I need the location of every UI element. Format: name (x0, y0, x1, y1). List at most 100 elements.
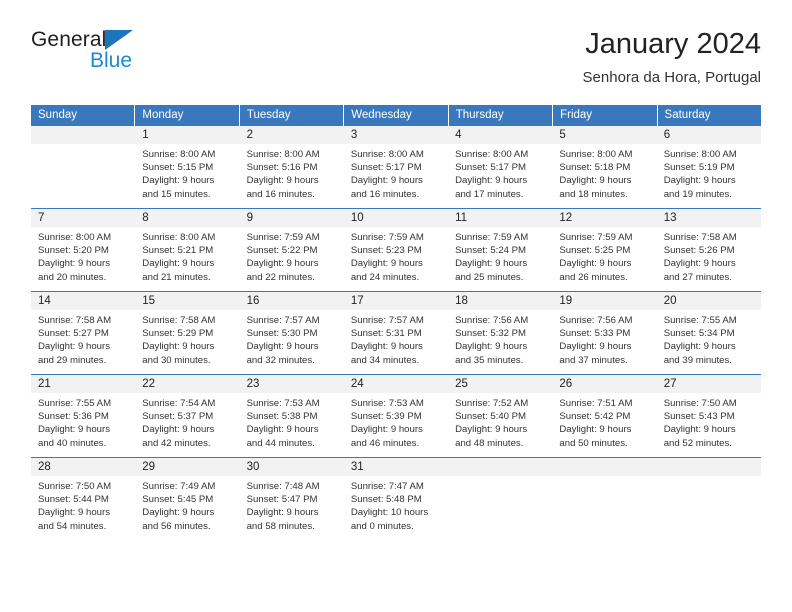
day-number-14[interactable]: 14 (31, 292, 135, 310)
day-cell-6[interactable]: Sunrise: 8:00 AM Sunset: 5:19 PM Daylight:… (657, 144, 761, 208)
day-cell-8[interactable]: Sunrise: 8:00 AM Sunset: 5:21 PM Daylight:… (135, 227, 239, 291)
day-cell-9[interactable]: Sunrise: 7:59 AM Sunset: 5:22 PM Daylight:… (240, 227, 344, 291)
weekday-header-thursday: Thursday (448, 105, 554, 126)
sunrise-text: Sunrise: 7:49 AM (142, 481, 216, 492)
daylight-text: and 58 minutes. (246, 520, 315, 532)
day-number-16[interactable]: 16 (240, 292, 344, 310)
day-cell-3[interactable]: Sunrise: 8:00 AM Sunset: 5:17 PM Daylight:… (344, 144, 448, 208)
day-number-7[interactable]: 7 (31, 209, 135, 227)
day-cell-24[interactable]: Sunrise: 7:53 AM Sunset: 5:39 PM Daylight:… (344, 393, 448, 457)
day-cell-12[interactable]: Sunrise: 7:59 AM Sunset: 5:25 PM Daylight:… (552, 227, 656, 291)
day-cell-5[interactable]: Sunrise: 8:00 AM Sunset: 5:18 PM Daylight:… (552, 144, 656, 208)
day-number-5[interactable]: 5 (552, 126, 656, 144)
day-number-23[interactable]: 23 (240, 375, 344, 393)
day-number-30[interactable]: 30 (240, 458, 344, 476)
daylight-text: and 19 minutes. (663, 188, 732, 200)
day-cell-25[interactable]: Sunrise: 7:52 AM Sunset: 5:40 PM Daylight:… (448, 393, 552, 457)
day-cell-29[interactable]: Sunrise: 7:49 AM Sunset: 5:45 PM Daylight:… (135, 476, 239, 540)
day-cell-2[interactable]: Sunrise: 8:00 AM Sunset: 5:16 PM Daylight:… (240, 144, 344, 208)
day-number-2[interactable]: 2 (240, 126, 344, 144)
day-number-19[interactable]: 19 (552, 292, 656, 310)
day-detail-row: Sunrise: 8:00 AM Sunset: 5:20 PM Daylight:… (31, 227, 761, 291)
sunrise-text: Sunrise: 8:00 AM (38, 232, 112, 243)
day-number-empty (31, 126, 135, 144)
day-number-17[interactable]: 17 (344, 292, 448, 310)
day-cell-20[interactable]: Sunrise: 7:55 AM Sunset: 5:34 PM Daylight:… (657, 310, 761, 374)
day-cell-28[interactable]: Sunrise: 7:50 AM Sunset: 5:44 PM Daylight:… (31, 476, 135, 540)
day-number-26[interactable]: 26 (552, 375, 656, 393)
day-cell-10[interactable]: Sunrise: 7:59 AM Sunset: 5:23 PM Daylight:… (344, 227, 448, 291)
day-cell-18[interactable]: Sunrise: 7:56 AM Sunset: 5:32 PM Daylight:… (448, 310, 552, 374)
daylight-text: Daylight: 9 hours (455, 341, 528, 353)
day-cell-15[interactable]: Sunrise: 7:58 AM Sunset: 5:29 PM Daylight:… (135, 310, 239, 374)
day-number-15[interactable]: 15 (135, 292, 239, 310)
day-cell-7[interactable]: Sunrise: 8:00 AM Sunset: 5:20 PM Daylight:… (31, 227, 135, 291)
day-number-9[interactable]: 9 (240, 209, 344, 227)
sunrise-text: Sunrise: 7:53 AM (246, 398, 320, 409)
daylight-text: Daylight: 9 hours (455, 424, 528, 436)
day-number-row: 14 15 16 17 18 19 20 (31, 292, 761, 310)
page-title: January 2024 (585, 28, 761, 60)
page-header: General Blue January 2024 Senhora da Hor… (31, 28, 761, 96)
sunrise-text: Sunrise: 7:58 AM (38, 315, 112, 326)
day-cell-23[interactable]: Sunrise: 7:53 AM Sunset: 5:38 PM Daylight:… (240, 393, 344, 457)
day-number-6[interactable]: 6 (657, 126, 761, 144)
sunset-text: Sunset: 5:26 PM (663, 245, 735, 257)
daylight-text: Daylight: 9 hours (455, 175, 528, 187)
day-cell-16[interactable]: Sunrise: 7:57 AM Sunset: 5:30 PM Daylight:… (240, 310, 344, 374)
day-number-18[interactable]: 18 (448, 292, 552, 310)
day-number-28[interactable]: 28 (31, 458, 135, 476)
day-cell-31[interactable]: Sunrise: 7:47 AM Sunset: 5:48 PM Daylight:… (344, 476, 448, 540)
sunrise-text: Sunrise: 8:00 AM (142, 232, 216, 243)
day-cell-17[interactable]: Sunrise: 7:57 AM Sunset: 5:31 PM Daylight:… (344, 310, 448, 374)
day-number-25[interactable]: 25 (448, 375, 552, 393)
day-number-29[interactable]: 29 (135, 458, 239, 476)
daylight-text: Daylight: 9 hours (38, 507, 110, 519)
day-number-1[interactable]: 1 (135, 126, 239, 144)
day-number-empty (657, 458, 761, 476)
day-cell-30[interactable]: Sunrise: 7:48 AM Sunset: 5:47 PM Daylight:… (240, 476, 344, 540)
day-cell-14[interactable]: Sunrise: 7:58 AM Sunset: 5:27 PM Daylight:… (31, 310, 135, 374)
day-number-10[interactable]: 10 (344, 209, 448, 227)
calendar-week-row: 14 15 16 17 18 19 20 Sunrise: 7:58 AM Sunset: 5:… (31, 291, 761, 374)
daylight-text: and 16 minutes. (246, 188, 315, 200)
sunset-text: Sunset: 5:43 PM (663, 411, 735, 423)
generalblue-logo[interactable]: General Blue (31, 28, 231, 88)
day-cell-27[interactable]: Sunrise: 7:50 AM Sunset: 5:43 PM Daylight:… (657, 393, 761, 457)
daylight-text: Daylight: 9 hours (246, 507, 319, 519)
day-number-13[interactable]: 13 (657, 209, 761, 227)
sunset-text: Sunset: 5:17 PM (350, 162, 422, 174)
daylight-text: Daylight: 9 hours (246, 175, 319, 187)
day-number-4[interactable]: 4 (448, 126, 552, 144)
daylight-text: and 24 minutes. (350, 271, 420, 283)
day-cell-4[interactable]: Sunrise: 8:00 AM Sunset: 5:17 PM Daylight:… (448, 144, 552, 208)
day-number-22[interactable]: 22 (135, 375, 239, 393)
day-number-20[interactable]: 20 (657, 292, 761, 310)
day-cell-22[interactable]: Sunrise: 7:54 AM Sunset: 5:37 PM Daylight:… (135, 393, 239, 457)
daylight-text: Daylight: 9 hours (350, 341, 423, 353)
day-number-27[interactable]: 27 (657, 375, 761, 393)
sunrise-text: Sunrise: 7:59 AM (246, 232, 320, 243)
day-cell-1[interactable]: Sunrise: 8:00 AM Sunset: 5:15 PM Daylight:… (135, 144, 239, 208)
day-number-11[interactable]: 11 (448, 209, 552, 227)
daylight-text: and 15 minutes. (142, 188, 211, 200)
day-cell-13[interactable]: Sunrise: 7:58 AM Sunset: 5:26 PM Daylight:… (657, 227, 761, 291)
day-number-8[interactable]: 8 (135, 209, 239, 227)
daylight-text: Daylight: 9 hours (142, 341, 215, 353)
sunset-text: Sunset: 5:15 PM (142, 162, 214, 174)
sunset-text: Sunset: 5:23 PM (350, 245, 422, 257)
day-number-3[interactable]: 3 (344, 126, 448, 144)
sunset-text: Sunset: 5:17 PM (455, 162, 527, 174)
day-number-21[interactable]: 21 (31, 375, 135, 393)
day-number-12[interactable]: 12 (552, 209, 656, 227)
day-cell-21[interactable]: Sunrise: 7:55 AM Sunset: 5:36 PM Daylight:… (31, 393, 135, 457)
day-detail-row: Sunrise: 7:58 AM Sunset: 5:27 PM Daylight:… (31, 310, 761, 374)
day-number-31[interactable]: 31 (344, 458, 448, 476)
daylight-text: and 35 minutes. (455, 354, 524, 366)
day-number-row: 28 29 30 31 (31, 458, 761, 476)
day-cell-19[interactable]: Sunrise: 7:56 AM Sunset: 5:33 PM Daylight:… (552, 310, 656, 374)
day-cell-11[interactable]: Sunrise: 7:59 AM Sunset: 5:24 PM Daylight:… (448, 227, 552, 291)
day-number-24[interactable]: 24 (344, 375, 448, 393)
sunrise-text: Sunrise: 7:59 AM (350, 232, 424, 243)
day-cell-26[interactable]: Sunrise: 7:51 AM Sunset: 5:42 PM Daylight:… (552, 393, 656, 457)
